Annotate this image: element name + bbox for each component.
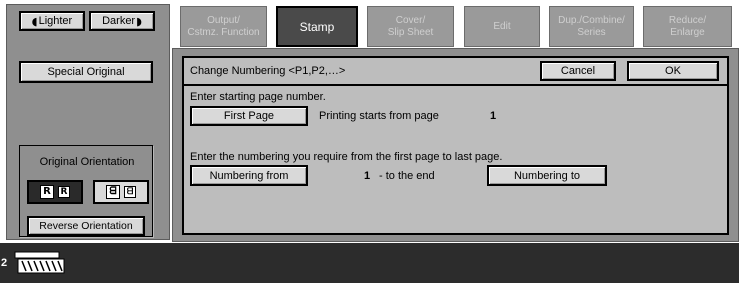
darker-label: Darker xyxy=(102,15,136,27)
tab-label: Edit xyxy=(493,20,511,32)
tab-edit[interactable]: Edit xyxy=(464,6,540,47)
special-original-button[interactable]: Special Original xyxy=(19,61,153,83)
darker-button[interactable]: Darker ◗ xyxy=(89,11,155,31)
first-page-button[interactable]: First Page xyxy=(190,106,308,126)
ok-button[interactable]: OK xyxy=(627,61,719,81)
tray-count: 2 xyxy=(1,257,8,269)
change-numbering-dialog: Change Numbering <P1,P2,…> Cancel OK Ent… xyxy=(182,56,729,235)
tab-dup-combine-series[interactable]: Dup./Combine/ Series xyxy=(549,6,634,47)
rotated-original-icon: ᗺ xyxy=(106,185,120,199)
tab-label: Stamp xyxy=(299,19,335,34)
lighter-icon: ◖ xyxy=(31,14,38,28)
tab-label: Output/ Cstmz. Function xyxy=(187,14,260,38)
dialog-header: Change Numbering <P1,P2,…> Cancel OK xyxy=(184,58,727,86)
printing-starts-text: Printing starts from page xyxy=(319,110,439,122)
rotated-copy-icon: ᗺ xyxy=(124,186,136,198)
tab-label: Dup./Combine/ Series xyxy=(558,14,625,38)
left-panel: ◖ Lighter Darker ◗ Special Original Orig… xyxy=(6,4,170,240)
copier-screen: ◖ Lighter Darker ◗ Special Original Orig… xyxy=(0,0,739,283)
darker-icon: ◗ xyxy=(136,14,142,28)
status-bar: 2 xyxy=(0,243,739,283)
start-page-value: 1 xyxy=(490,110,497,122)
tab-label: Cover/ Slip Sheet xyxy=(387,14,434,38)
start-instruction: Enter starting page number. xyxy=(190,91,326,103)
numbering-from-button[interactable]: Numbering from xyxy=(190,165,308,186)
to-the-end-text: - to the end xyxy=(379,170,435,182)
tab-label: Reduce/ Enlarge xyxy=(668,14,707,38)
range-instruction: Enter the numbering you require from the… xyxy=(190,151,503,163)
upright-original-icon: R xyxy=(40,185,54,199)
numbering-from-value: 1 xyxy=(364,170,371,182)
upright-copy-icon: R xyxy=(58,186,70,198)
orientation-title: Original Orientation xyxy=(39,156,135,168)
lighter-label: Lighter xyxy=(38,15,73,27)
orientation-rotated-button[interactable]: ᗺ ᗺ xyxy=(93,180,149,204)
tab-cover-slip-sheet[interactable]: Cover/ Slip Sheet xyxy=(367,6,454,47)
tab-output-customize[interactable]: Output/ Cstmz. Function xyxy=(180,6,267,47)
numbering-to-button[interactable]: Numbering to xyxy=(487,165,607,186)
tab-stamp[interactable]: Stamp xyxy=(276,6,358,47)
orientation-upright-button[interactable]: R R xyxy=(27,180,83,204)
reverse-orientation-button[interactable]: Reverse Orientation xyxy=(27,216,145,236)
tab-reduce-enlarge[interactable]: Reduce/ Enlarge xyxy=(643,6,732,47)
cancel-button[interactable]: Cancel xyxy=(540,61,616,81)
lighter-button[interactable]: ◖ Lighter xyxy=(19,11,85,31)
dialog-title: Change Numbering <P1,P2,…> xyxy=(190,65,346,77)
paper-tray-icon xyxy=(6,249,68,279)
